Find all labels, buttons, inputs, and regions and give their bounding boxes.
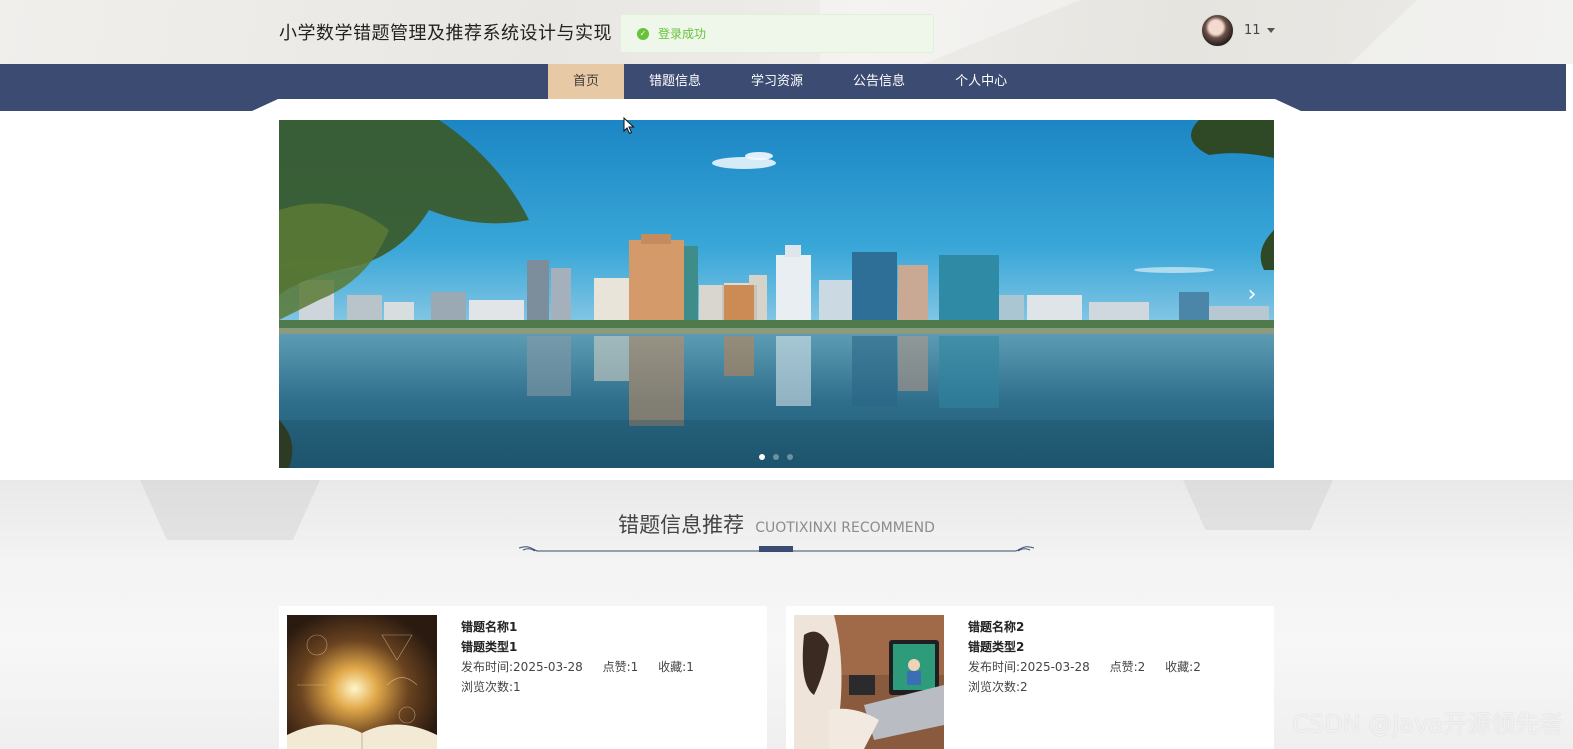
like-label: 点赞:: [1109, 660, 1138, 674]
username[interactable]: 11: [1244, 23, 1261, 38]
login-success-toast: ✓ 登录成功: [620, 14, 934, 53]
nav-tab-notices[interactable]: 公告信息: [828, 64, 930, 99]
chevron-right-icon[interactable]: ›: [1242, 284, 1262, 306]
card-image-book-math: [287, 615, 437, 749]
fav-label: 收藏:: [1165, 660, 1194, 674]
header-decor: [1350, 0, 1573, 64]
publish-time: 发布时间:2025-03-28: [968, 660, 1090, 674]
publish-date: 2025-03-28: [513, 660, 583, 674]
views-value: 1: [513, 680, 521, 694]
carousel-dot[interactable]: [759, 454, 765, 460]
like-count: 点赞:1: [603, 660, 639, 674]
card-title[interactable]: 错题名称2: [968, 617, 1217, 637]
section-heading: 错题信息推荐 CUOTIXINXI RECOMMEND: [0, 509, 1553, 539]
carousel-dot[interactable]: [787, 454, 793, 460]
carousel-dot[interactable]: [773, 454, 779, 460]
likes-value: 1: [630, 660, 639, 674]
likes-value: 2: [1137, 660, 1146, 674]
toast-message: 登录成功: [658, 27, 707, 41]
favs-value: 2: [1193, 660, 1201, 674]
nav-shelf: [252, 99, 1301, 111]
user-menu[interactable]: 11: [1201, 13, 1275, 47]
nav-tab-resources[interactable]: 学习资源: [726, 64, 828, 99]
section-title: 错题信息推荐: [618, 513, 745, 537]
nav-tab-home[interactable]: 首页: [548, 64, 625, 99]
card-meta: 发布时间:2025-03-28 点赞:2 收藏:2: [968, 657, 1217, 677]
success-check-icon: ✓: [637, 27, 649, 40]
card-views: 浏览次数:2: [968, 677, 1217, 697]
fav-label: 收藏:: [658, 660, 687, 674]
like-label: 点赞:: [602, 660, 631, 674]
views-value: 2: [1020, 680, 1028, 694]
recommend-card-2[interactable]: 错题名称2 错题类型2 发布时间:2025-03-28 点赞:2 收藏:2 浏览…: [786, 606, 1274, 749]
site-title: 小学数学错题管理及推荐系统设计与实现: [279, 23, 612, 44]
avatar[interactable]: [1201, 13, 1234, 47]
views-label: 浏览次数:: [461, 680, 514, 694]
watermark: CSDN @Java开源领先者: [1292, 710, 1563, 738]
nav-tabs: 首页 错题信息 学习资源 公告信息 个人中心: [548, 64, 1032, 99]
nav-edge: [1566, 64, 1573, 111]
carousel-dots: [759, 454, 793, 460]
like-count: 点赞:2: [1110, 660, 1146, 674]
mouse-cursor-icon: [623, 117, 635, 135]
recommend-card-1[interactable]: 错题名称1 错题类型1 发布时间:2025-03-28 点赞:1 收藏:1 浏览…: [279, 606, 767, 749]
caret-down-icon[interactable]: [1266, 27, 1275, 33]
top-header: 小学数学错题管理及推荐系统设计与实现 ✓ 登录成功 11: [0, 0, 1573, 64]
banner-city-image: [279, 120, 1274, 468]
nav-tab-profile[interactable]: 个人中心: [930, 64, 1032, 99]
nav-tab-mistakes[interactable]: 错题信息: [624, 64, 726, 99]
fav-count: 收藏:1: [658, 660, 694, 674]
card-image[interactable]: [794, 615, 944, 749]
publish-label: 发布时间:: [461, 660, 514, 674]
card-info: 错题名称2 错题类型2 发布时间:2025-03-28 点赞:2 收藏:2 浏览…: [968, 617, 1217, 697]
publish-label: 发布时间:: [968, 660, 1021, 674]
publish-date: 2025-03-28: [1020, 660, 1090, 674]
fav-count: 收藏:2: [1165, 660, 1201, 674]
card-info: 错题名称1 错题类型1 发布时间:2025-03-28 点赞:1 收藏:1 浏览…: [461, 617, 710, 697]
views-label: 浏览次数:: [968, 680, 1021, 694]
card-title[interactable]: 错题名称1: [461, 617, 710, 637]
favs-value: 1: [686, 660, 694, 674]
publish-time: 发布时间:2025-03-28: [461, 660, 583, 674]
section-subtitle: CUOTIXINXI RECOMMEND: [755, 520, 935, 536]
banner-carousel[interactable]: ›: [279, 120, 1274, 468]
card-type: 错题类型1: [461, 640, 518, 654]
card-meta: 发布时间:2025-03-28 点赞:1 收藏:1: [461, 657, 710, 677]
section-divider: [519, 546, 1034, 552]
card-image-laptop-study: [794, 615, 944, 749]
card-image[interactable]: [287, 615, 437, 749]
card-views: 浏览次数:1: [461, 677, 710, 697]
card-type: 错题类型2: [968, 640, 1025, 654]
